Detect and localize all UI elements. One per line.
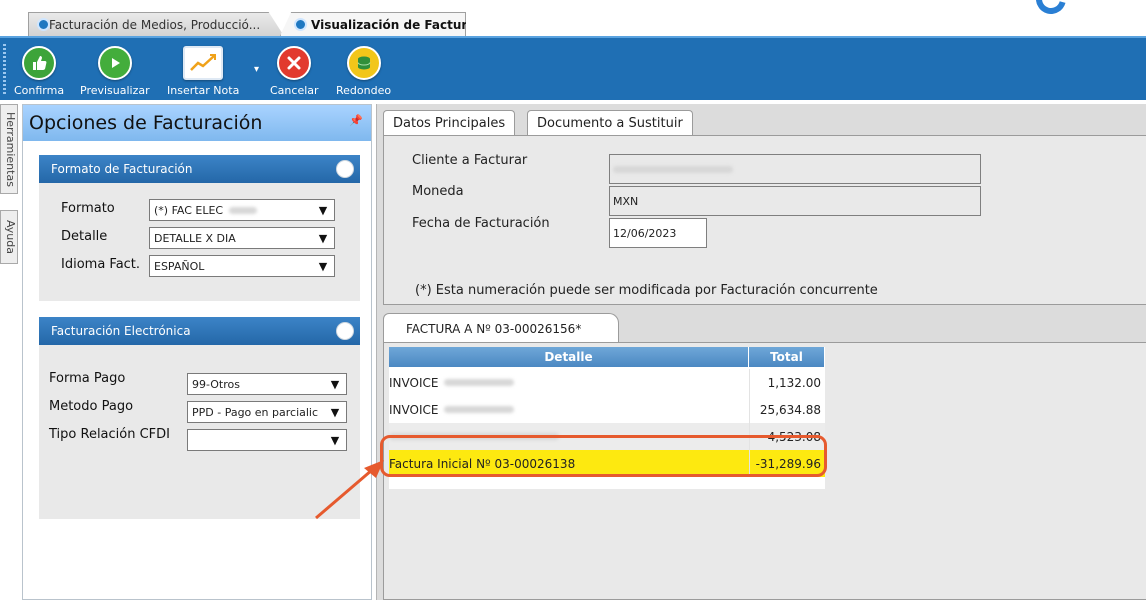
- metodo-pago-select[interactable]: PPD - Pago en parcialic ▼: [187, 401, 347, 423]
- insertar-dropdown-icon[interactable]: ▾: [254, 64, 259, 75]
- panel-header: Opciones de Facturación 📌: [23, 105, 371, 141]
- group-title: Formato de Facturación: [51, 162, 193, 176]
- chevron-down-icon[interactable]: ▼: [324, 374, 346, 394]
- previsualizar-label: Previsualizar: [80, 84, 150, 97]
- side-tab-herramientas[interactable]: Herramientas: [0, 104, 18, 194]
- redacted-text: [444, 406, 515, 413]
- app-tab-icon: [37, 18, 50, 31]
- tab-visualizacion-factura[interactable]: Visualización de Factura: [280, 12, 466, 36]
- redondeo-button[interactable]: Redondeo: [336, 46, 391, 97]
- insertar-nota-label: Insertar Nota: [167, 84, 240, 97]
- insertar-nota-button[interactable]: Insertar Nota: [167, 46, 239, 97]
- formato-value: (*) FAC ELEC: [154, 203, 224, 217]
- chevron-down-icon[interactable]: ▼: [324, 430, 346, 450]
- toolbar-grip[interactable]: [3, 44, 6, 94]
- confirma-button[interactable]: Confirma: [14, 46, 64, 97]
- idioma-select[interactable]: ESPAÑOL ▼: [149, 255, 335, 277]
- cell-detalle: INVOICE: [389, 396, 749, 423]
- side-tab-ayuda[interactable]: Ayuda: [0, 210, 18, 264]
- brand-logo-icon: [1030, 0, 1072, 20]
- table-row[interactable]: INVOICE 1,132.00: [389, 369, 825, 396]
- redondeo-label: Redondeo: [336, 84, 392, 97]
- tab-factura[interactable]: FACTURA A Nº 03-00026156*: [383, 313, 619, 343]
- chevron-down-icon[interactable]: ▼: [324, 402, 346, 422]
- detalle-value: DETALLE X DIA: [154, 231, 236, 245]
- column-header-total[interactable]: Total: [749, 347, 825, 367]
- moneda-label: Moneda: [412, 184, 464, 199]
- close-icon: [277, 46, 312, 80]
- opciones-panel: Opciones de Facturación 📌 Formato de Fac…: [22, 104, 372, 600]
- numeracion-note: (*) Esta numeración puede ser modificada…: [415, 283, 878, 298]
- forma-pago-label: Forma Pago: [49, 371, 126, 386]
- play-icon: [97, 46, 132, 80]
- tipo-relacion-select[interactable]: ▼: [187, 429, 347, 451]
- metodo-pago-value: PPD - Pago en parcialic: [192, 405, 319, 419]
- formato-label: Formato: [61, 201, 115, 216]
- redacted-text: [229, 206, 258, 214]
- group-title: Facturación Electrónica: [51, 324, 191, 338]
- tab-label: Facturación de Medios, Producció...: [49, 17, 261, 32]
- thumbs-up-icon: [22, 46, 57, 80]
- idioma-value: ESPAÑOL: [154, 259, 205, 273]
- cell-detalle-text: INVOICE: [389, 402, 439, 417]
- metodo-pago-label: Metodo Pago: [49, 399, 134, 414]
- tab-documento-sustituir[interactable]: Documento a Sustituir: [527, 110, 693, 136]
- formato-select[interactable]: (*) FAC ELEC ▼: [149, 199, 335, 221]
- forma-pago-value: 99-Otros: [192, 377, 240, 391]
- chevron-down-icon[interactable]: ▼: [312, 228, 334, 248]
- column-header-detalle[interactable]: Detalle: [389, 347, 749, 367]
- fecha-field[interactable]: 12/06/2023: [609, 218, 707, 248]
- cliente-field[interactable]: [609, 154, 981, 184]
- facturacion-electronica-group: Facturación Electrónica Forma Pago 99-Ot…: [39, 317, 360, 519]
- datos-principales-panel: Cliente a Facturar Moneda MXN Fecha de F…: [383, 135, 1146, 305]
- panel-title: Opciones de Facturación: [29, 112, 263, 134]
- fecha-label: Fecha de Facturación: [412, 216, 550, 231]
- redacted-text: [444, 379, 515, 386]
- group-header: Formato de Facturación: [39, 155, 360, 183]
- previsualizar-button[interactable]: Previsualizar: [80, 46, 150, 97]
- cell-total: 1,132.00: [749, 369, 825, 396]
- redacted-text: [613, 165, 733, 173]
- table-row[interactable]: INVOICE 25,634.88: [389, 396, 825, 423]
- cancelar-button[interactable]: Cancelar: [270, 46, 319, 97]
- cell-detalle: INVOICE: [389, 369, 749, 396]
- pin-icon[interactable]: 📌: [349, 114, 363, 127]
- formato-group: Formato de Facturación Formato (*) FAC E…: [39, 155, 360, 301]
- idioma-label: Idioma Fact.: [61, 257, 141, 272]
- forma-pago-select[interactable]: 99-Otros ▼: [187, 373, 347, 395]
- app-tab-icon: [294, 18, 307, 31]
- chevron-down-icon[interactable]: ▼: [312, 256, 334, 276]
- moneda-field[interactable]: MXN: [609, 186, 981, 216]
- confirma-label: Confirma: [14, 84, 65, 97]
- cell-detalle-text: INVOICE: [389, 375, 439, 390]
- tab-label: Visualización de Factura: [311, 17, 476, 32]
- highlight-outline: [380, 435, 827, 477]
- coins-icon: [346, 46, 381, 80]
- tab-datos-principales[interactable]: Datos Principales: [383, 110, 516, 136]
- tipo-relacion-label: Tipo Relación CFDI: [49, 427, 170, 442]
- detalle-select[interactable]: DETALLE X DIA ▼: [149, 227, 335, 249]
- group-header: Facturación Electrónica: [39, 317, 360, 345]
- collapse-icon[interactable]: [336, 322, 354, 340]
- cell-total: 25,634.88: [749, 396, 825, 423]
- factura-view: Datos Principales Documento a Sustituir …: [376, 104, 1146, 600]
- detalle-label: Detalle: [61, 229, 108, 244]
- cancelar-label: Cancelar: [270, 84, 319, 97]
- collapse-icon[interactable]: [336, 160, 354, 178]
- toolbar: Confirma Previsualizar Insertar Nota ▾ C…: [0, 36, 1146, 100]
- chevron-down-icon[interactable]: ▼: [312, 200, 334, 220]
- tab-facturacion-medios[interactable]: Facturación de Medios, Producció...: [28, 12, 284, 36]
- trend-chart-icon: [183, 46, 224, 80]
- cliente-label: Cliente a Facturar: [412, 153, 528, 168]
- document-tab-strip: Facturación de Medios, Producció... Visu…: [0, 0, 1146, 36]
